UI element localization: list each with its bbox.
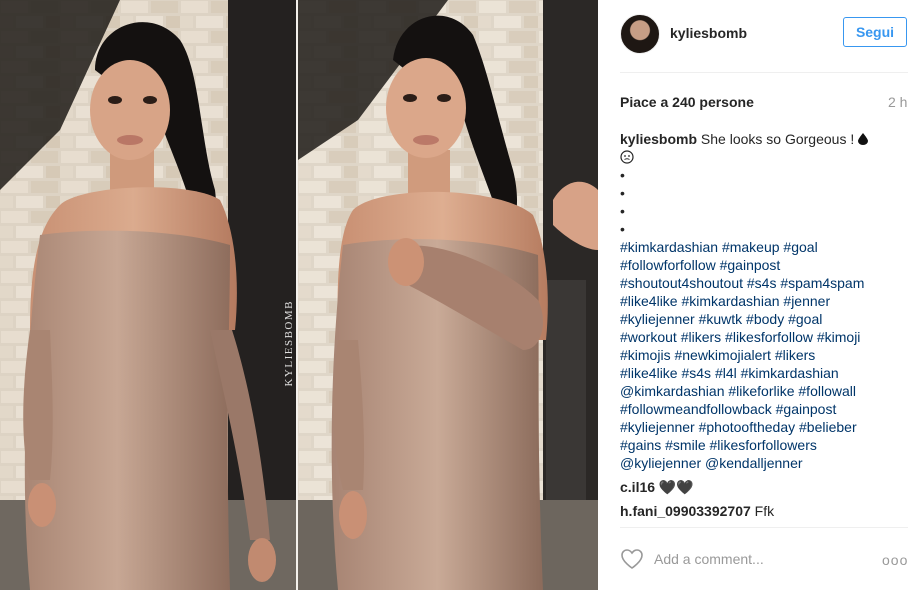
hashtag-line[interactable]: #workout #likers #likesforfollow #kimoji xyxy=(620,328,902,346)
hashtag-line[interactable]: #followmeandfollowback #gainpost xyxy=(620,400,902,418)
hashtag-line[interactable]: @kyliejenner @kendalljenner xyxy=(620,454,902,472)
hashtag-line[interactable]: #kimojis #newkimojialert #likers xyxy=(620,346,902,364)
hashtag-line[interactable]: #gains #smile #likesforfollowers xyxy=(620,436,902,454)
add-comment-input[interactable] xyxy=(654,548,854,570)
header-divider xyxy=(620,72,908,73)
avatar[interactable] xyxy=(620,14,660,54)
caption-username[interactable]: kyliesbomb xyxy=(620,131,697,147)
caption-text: She looks so Gorgeous ! xyxy=(700,131,855,147)
follow-button[interactable]: Segui xyxy=(843,17,907,47)
comment-username[interactable]: h.fani_09903392707 xyxy=(620,503,751,519)
comments-list: kyliesbomb She looks so Gorgeous ! • • •… xyxy=(620,130,902,520)
hashtag-line[interactable]: #like4like #s4s #l4l #kimkardashian xyxy=(620,364,902,382)
post-image[interactable]: KYLIESBOMB xyxy=(0,0,598,590)
footer-divider xyxy=(620,527,908,528)
hashtag-line[interactable]: #shoutout4shoutout #s4s #spam4spam xyxy=(620,274,902,292)
comment-item: h.fani_09903392707 Ffk xyxy=(620,502,902,520)
comment-text: 🖤🖤 xyxy=(658,479,694,495)
comment-username[interactable]: c.il16 xyxy=(620,479,655,495)
photo-left xyxy=(0,0,296,590)
photo-panel-left xyxy=(0,0,296,590)
comment-text: Ffk xyxy=(754,503,775,519)
photo-panel-right xyxy=(298,0,598,590)
more-options-button[interactable]: ooo xyxy=(882,552,908,568)
hashtag-line[interactable]: #kyliejenner #kuwtk #body #goal xyxy=(620,310,902,328)
heart-icon[interactable] xyxy=(620,548,644,570)
caption-bullet: • xyxy=(620,203,625,219)
hashtag-line[interactable]: #followforfollow #gainpost xyxy=(620,256,902,274)
photo-right xyxy=(298,0,598,590)
caption-bullet: • xyxy=(620,221,625,237)
post-header: kyliesbomb Segui xyxy=(598,0,908,72)
hashtag-line[interactable]: #kimkardashian #makeup #goal xyxy=(620,238,902,256)
photo-watermark: KYLIESBOMB xyxy=(283,300,295,387)
post-time[interactable]: 2 h xyxy=(888,94,907,110)
comment-item: c.il16 🖤🖤 xyxy=(620,478,902,496)
post-sidebar: kyliesbomb Segui Piace a 240 persone 2 h… xyxy=(598,0,908,590)
face-emoji-icon xyxy=(620,150,634,164)
post-username[interactable]: kyliesbomb xyxy=(670,25,747,41)
caption-emoji-line xyxy=(620,148,902,166)
likes-count[interactable]: Piace a 240 persone xyxy=(620,94,754,110)
hashtag-line[interactable]: #like4like #kimkardashian #jenner xyxy=(620,292,902,310)
caption-bullet: • xyxy=(620,167,625,183)
caption-bullet: • xyxy=(620,185,625,201)
caption-line: kyliesbomb She looks so Gorgeous ! xyxy=(620,130,902,148)
drop-emoji-icon xyxy=(858,133,869,145)
hashtag-line[interactable]: @kimkardashian #likeforlike #followall xyxy=(620,382,902,400)
hashtag-line[interactable]: #kyliejenner #photooftheday #belieber xyxy=(620,418,902,436)
